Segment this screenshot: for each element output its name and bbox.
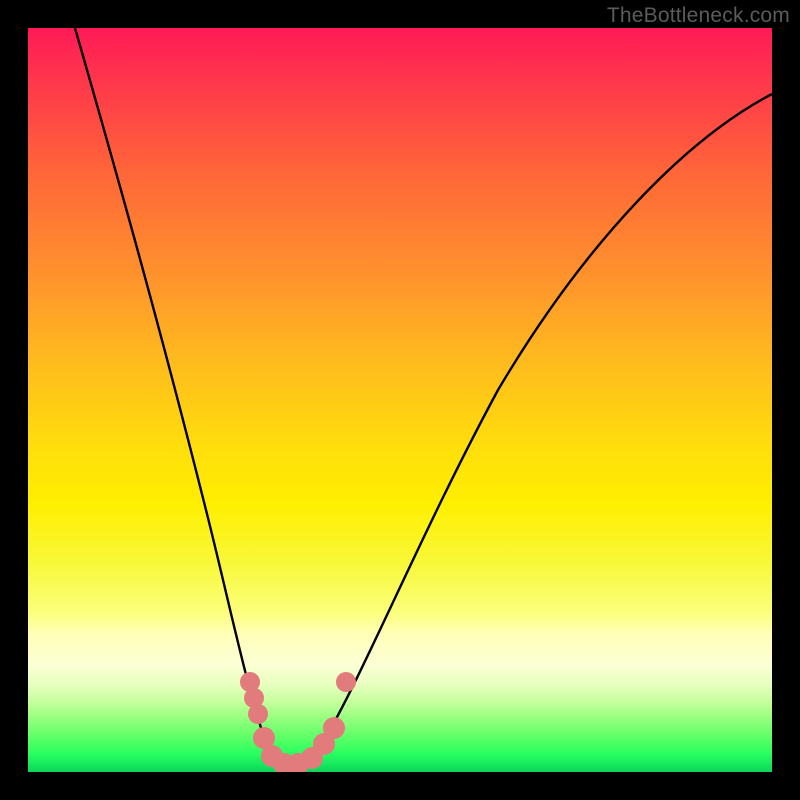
chart-frame: TheBottleneck.com: [0, 0, 800, 800]
curve-svg: [28, 28, 772, 772]
marker-dot: [248, 704, 268, 724]
bottleneck-curve: [75, 28, 772, 768]
watermark-text: TheBottleneck.com: [607, 4, 790, 28]
marker-dot: [336, 672, 356, 692]
marker-dot: [323, 717, 345, 739]
marker-group: [240, 672, 356, 772]
chart-plot-area: [28, 28, 772, 772]
